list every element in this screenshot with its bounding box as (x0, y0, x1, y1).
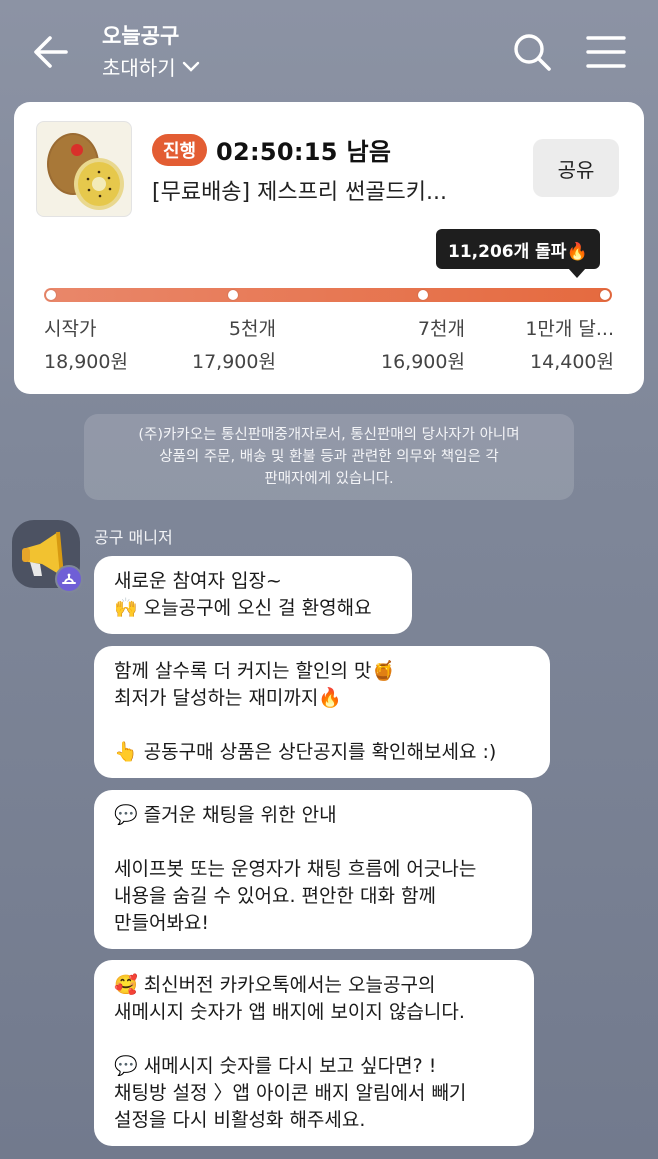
message-line: 👆 공동구매 상품은 상단공지를 확인해보세요 :) (114, 741, 497, 763)
chat-bubble[interactable]: 새로운 참여자 입장~ 🙌 오늘공구에 오신 걸 환영해요 (94, 556, 412, 634)
sender-name: 공구 매니저 (94, 528, 173, 547)
line-spacer (114, 712, 530, 739)
price-tier: 1만개 달... 14,400원 (525, 314, 614, 374)
notice-line: 판매자에게 있습니다. (264, 471, 394, 487)
tier-label: 7천개 (417, 318, 465, 340)
progress-bar (44, 288, 612, 302)
message-line: 💬 즐거운 채팅을 위한 안내 (114, 804, 337, 826)
chat-bubble[interactable]: 💬 즐거운 채팅을 위한 안내 세이프봇 또는 운영자가 채팅 흐름에 어긋나는… (94, 790, 532, 949)
legal-notice: (주)카카오는 통신판매중개자로서, 통신판매의 당사자가 아니며 상품의 주문… (84, 414, 574, 500)
product-image[interactable] (36, 121, 132, 217)
progress-dot (600, 290, 610, 300)
share-button[interactable]: 공유 (533, 139, 619, 197)
message-line: 채팅방 설정 〉앱 아이콘 배지 알림에서 빼기 (114, 1082, 467, 1104)
tier-price: 14,400원 (530, 351, 614, 373)
invite-dropdown[interactable]: 초대하기 (102, 52, 200, 81)
message-line: 내용을 숨길 수 있어요. 편안한 대화 함께 (114, 885, 436, 907)
status-badge: 진행 (152, 134, 208, 166)
line-spacer (114, 1026, 514, 1053)
line-spacer (114, 829, 512, 856)
chevron-down-icon (182, 61, 199, 72)
price-tier: 7천개 16,900원 (381, 314, 465, 374)
top-bar: 오늘공구 초대하기 (0, 0, 658, 100)
progress-dot (46, 290, 56, 300)
message-line: 🥰 최신버전 카카오톡에서는 오늘공구의 (114, 974, 436, 996)
tier-price: 17,900원 (192, 351, 276, 373)
tier-price: 16,900원 (381, 351, 465, 373)
tier-price: 18,900원 (44, 351, 128, 373)
message-line: 최저가 달성하는 재미까지🔥 (114, 687, 343, 709)
back-arrow-icon[interactable] (30, 30, 74, 74)
chat-bubble[interactable]: 🥰 최신버전 카카오톡에서는 오늘공구의 새메시지 숫자가 앱 배지에 보이지 … (94, 960, 534, 1146)
milestone-tooltip: 11,206개 돌파🔥 (436, 229, 600, 278)
message-line: 새메시지 숫자가 앱 배지에 보이지 않습니다. (114, 1001, 465, 1023)
price-tier: 5천개 17,900원 (192, 314, 276, 374)
tier-label: 시작가 (44, 318, 97, 340)
message-line: 만들어봐요! (114, 912, 210, 934)
tier-label: 1만개 달... (525, 318, 614, 340)
invite-label: 초대하기 (102, 56, 176, 80)
countdown-timer: 02:50:15 남음 (216, 138, 392, 166)
page-title: 오늘공구 (102, 24, 180, 48)
progress-dot (228, 290, 238, 300)
product-title[interactable]: [무료배송] 제스프리 썬골드키... (152, 174, 447, 206)
message-line: 🙌 오늘공구에 오신 걸 환영해요 (114, 597, 372, 619)
progress-dot (418, 290, 428, 300)
message-line: 새로운 참여자 입장~ (114, 570, 282, 592)
group-buy-card[interactable]: 진행 02:50:15 남음 [무료배송] 제스프리 썬골드키... 공유 11… (14, 102, 644, 394)
manager-badge-icon (55, 565, 83, 593)
message-line: 함께 살수록 더 커지는 할인의 맛🍯 (114, 660, 396, 682)
message-line: 세이프봇 또는 운영자가 채팅 흐름에 어긋나는 (114, 858, 477, 880)
chat-bubble[interactable]: 함께 살수록 더 커지는 할인의 맛🍯 최저가 달성하는 재미까지🔥 👆 공동구… (94, 646, 550, 778)
notice-line: 상품의 주문, 배송 및 환불 등과 관련한 의무와 책임은 각 (159, 449, 499, 465)
menu-icon[interactable] (584, 30, 628, 74)
search-icon[interactable] (510, 30, 554, 74)
price-tier: 시작가 18,900원 (44, 314, 128, 374)
message-line: 💬 새메시지 숫자를 다시 보고 싶다면? ! (114, 1055, 437, 1077)
message-line: 설정을 다시 비활성화 해주세요. (114, 1109, 366, 1131)
notice-line: (주)카카오는 통신판매중개자로서, 통신판매의 당사자가 아니며 (138, 427, 520, 443)
tier-label: 5천개 (228, 318, 276, 340)
